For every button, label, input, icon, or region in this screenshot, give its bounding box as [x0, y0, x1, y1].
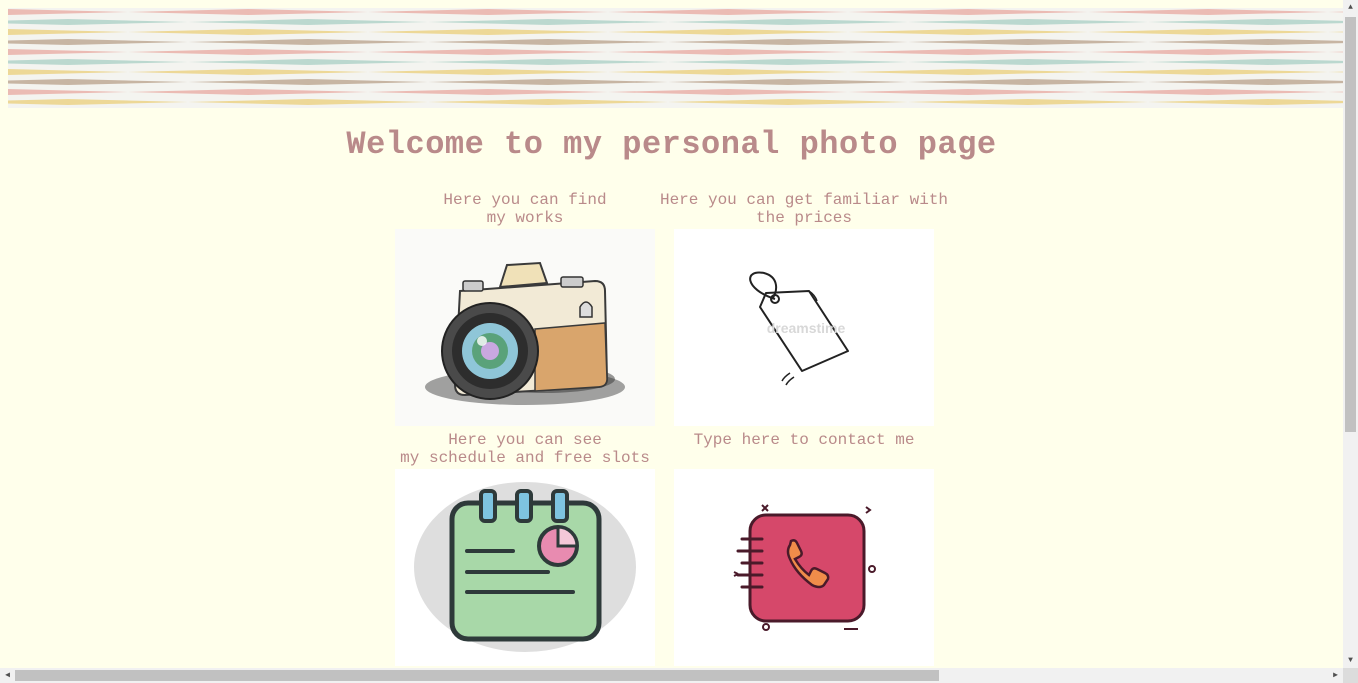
vertical-scroll-thumb[interactable]	[1345, 17, 1356, 432]
price-tag-icon: dreamstime	[674, 229, 934, 426]
schedule-notepad-icon	[395, 469, 655, 666]
zigzag-pattern	[8, 9, 1343, 105]
banner-stripe	[188, 79, 428, 85]
horizontal-scroll-thumb[interactable]	[15, 670, 939, 681]
schedule-link[interactable]	[395, 469, 655, 666]
banner-stripe	[1088, 9, 1328, 15]
banner-stripe	[908, 39, 1148, 45]
banner-stripe	[128, 89, 368, 95]
banner-stripe	[188, 19, 428, 25]
banner-stripe	[8, 89, 128, 95]
banner-stripe	[368, 69, 608, 75]
prices-link[interactable]: dreamstime	[674, 229, 934, 426]
works-link[interactable]	[395, 229, 655, 426]
banner-stripe	[8, 19, 188, 25]
banner-stripe	[1328, 51, 1343, 53]
banner-stripe	[428, 59, 668, 65]
banner-stripe	[8, 39, 188, 45]
watermark: dreamstime	[767, 320, 846, 336]
banner-stripe	[428, 79, 668, 85]
banner-stripe	[668, 79, 908, 85]
banner-stripe	[8, 29, 128, 35]
page-title: Welcome to my personal photo page	[346, 126, 997, 163]
vertical-scrollbar[interactable]: ▲ ▼	[1343, 0, 1358, 668]
banner-stripe	[8, 99, 188, 105]
banner-stripe	[428, 99, 668, 105]
banner-stripe	[848, 69, 1088, 75]
banner-stripe	[8, 69, 128, 75]
banner-stripe	[428, 39, 668, 45]
banner-stripe	[1088, 69, 1328, 75]
works-caption: Here you can find my works	[443, 191, 607, 227]
banner-stripe	[668, 59, 908, 65]
banner-stripe	[608, 9, 848, 15]
banner-stripe	[1088, 49, 1328, 55]
banner-stripe	[1148, 39, 1343, 45]
horizontal-scrollbar[interactable]: ◀ ▶	[0, 668, 1343, 683]
scrollbar-corner	[1343, 668, 1358, 683]
banner-stripe	[368, 29, 608, 35]
scroll-up-icon[interactable]: ▲	[1343, 0, 1358, 15]
banner-stripe	[8, 9, 128, 15]
banner-stripe	[128, 49, 368, 55]
banner-stripe	[188, 99, 428, 105]
banner-stripe	[908, 99, 1148, 105]
banner-stripe	[908, 59, 1148, 65]
banner-stripe	[1148, 79, 1343, 85]
banner-stripe	[188, 59, 428, 65]
decorative-banner	[8, 8, 1343, 108]
scroll-left-icon[interactable]: ◀	[0, 668, 15, 683]
banner-stripe	[668, 99, 908, 105]
banner-stripe	[1328, 11, 1343, 13]
banner-stripe	[1088, 29, 1328, 35]
banner-stripe	[128, 9, 368, 15]
prices-caption: Here you can get familiar with the price…	[659, 191, 949, 227]
phone-book-icon	[674, 469, 934, 666]
banner-stripe	[428, 19, 668, 25]
banner-stripe	[1328, 71, 1343, 73]
scroll-right-icon[interactable]: ▶	[1328, 668, 1343, 683]
banner-stripe	[368, 9, 608, 15]
banner-stripe	[8, 59, 188, 65]
banner-stripe	[908, 19, 1148, 25]
banner-stripe	[848, 89, 1088, 95]
banner-stripe	[188, 39, 428, 45]
banner-stripe	[1328, 91, 1343, 93]
banner-stripe	[848, 29, 1088, 35]
banner-stripe	[128, 69, 368, 75]
banner-stripe	[848, 49, 1088, 55]
schedule-caption: Here you can see my schedule and free sl…	[400, 431, 650, 467]
banner-stripe	[1148, 19, 1343, 25]
banner-stripe	[1148, 59, 1343, 65]
banner-stripe	[368, 49, 608, 55]
banner-stripe	[1088, 89, 1328, 95]
contact-link[interactable]	[674, 469, 934, 666]
banner-stripe	[1148, 99, 1343, 105]
banner-stripe	[128, 29, 368, 35]
banner-stripe	[368, 89, 608, 95]
banner-stripe	[608, 69, 848, 75]
banner-stripe	[8, 79, 188, 85]
banner-stripe	[8, 49, 128, 55]
scroll-down-icon[interactable]: ▼	[1343, 653, 1358, 668]
page: Welcome to my personal photo page Here y…	[0, 0, 1343, 668]
banner-stripe	[908, 79, 1148, 85]
banner-stripe	[608, 49, 848, 55]
contact-caption: Type here to contact me	[693, 431, 915, 449]
banner-stripe	[668, 39, 908, 45]
banner-stripe	[668, 19, 908, 25]
camera-icon	[395, 229, 655, 426]
banner-stripe	[1328, 31, 1343, 33]
banner-stripe	[848, 9, 1088, 15]
banner-stripe	[608, 29, 848, 35]
banner-stripe	[608, 89, 848, 95]
